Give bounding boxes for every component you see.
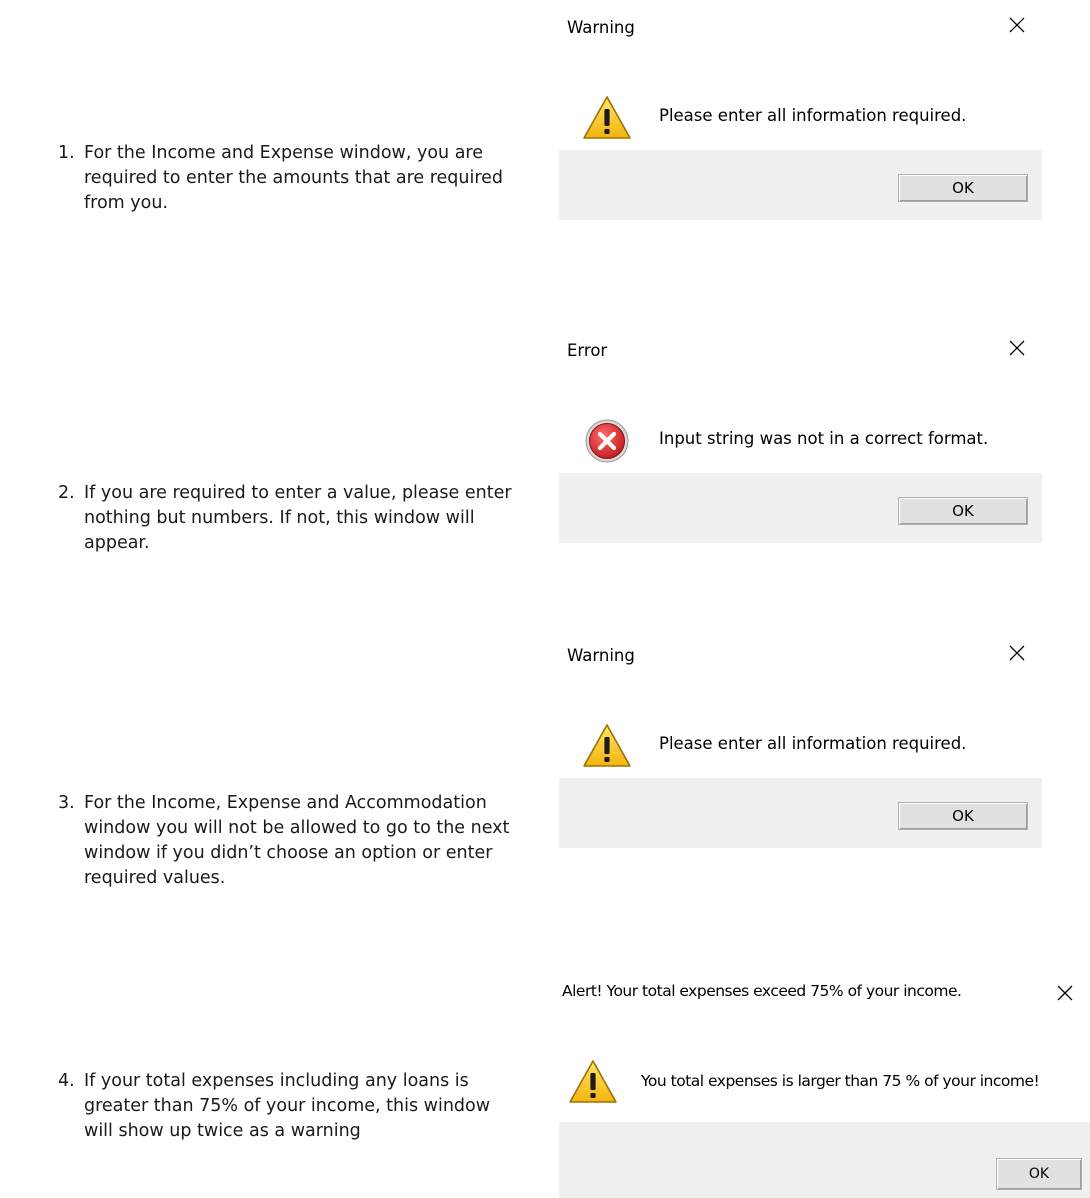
dialog-title: Warning — [567, 646, 635, 665]
error-icon — [581, 417, 633, 465]
dialog-title: Warning — [567, 18, 635, 37]
step-text: If you are required to enter a value, pl… — [84, 483, 512, 553]
close-icon — [1057, 985, 1073, 1001]
ok-button[interactable]: OK — [996, 1158, 1082, 1190]
dialog-message: Please enter all information required. — [659, 106, 967, 125]
dialog-footer: OK — [559, 473, 1042, 543]
close-button[interactable] — [1006, 337, 1028, 359]
dialog-footer: OK — [559, 1122, 1090, 1198]
dialog-title: Error — [567, 341, 608, 360]
dialog-message: Please enter all information required. — [659, 734, 967, 753]
step-number: 3. — [58, 793, 75, 813]
instruction-step-4: 4. If your total expenses including any … — [58, 1069, 518, 1144]
error-dialog: Error Input string was not in a correct … — [559, 323, 1042, 543]
warning-icon — [567, 1058, 619, 1106]
ok-button[interactable]: OK — [898, 497, 1028, 525]
step-text: For the Income, Expense and Accommodatio… — [84, 793, 510, 888]
instruction-step-3: 3. For the Income, Expense and Accommoda… — [58, 791, 518, 891]
alert-dialog: Alert! Your total expenses exceed 75% of… — [559, 968, 1090, 1198]
instruction-step-1: 1. For the Income and Expense window, yo… — [58, 141, 518, 216]
dialog-title: Alert! Your total expenses exceed 75% of… — [562, 982, 962, 1000]
ok-button[interactable]: OK — [898, 174, 1028, 202]
step-text: If your total expenses including any loa… — [84, 1071, 491, 1141]
dialog-message: Input string was not in a correct format… — [659, 429, 989, 448]
dialog-footer: OK — [559, 778, 1042, 848]
warning-icon — [581, 94, 633, 142]
step-number: 1. — [58, 143, 75, 163]
close-button[interactable] — [1054, 982, 1076, 1004]
instruction-step-2: 2. If you are required to enter a value,… — [58, 481, 518, 556]
close-icon — [1009, 340, 1025, 356]
close-icon — [1009, 17, 1025, 33]
close-button[interactable] — [1006, 14, 1028, 36]
warning-dialog: Warning Please enter all information req… — [559, 0, 1042, 220]
close-icon — [1009, 645, 1025, 661]
ok-button[interactable]: OK — [898, 802, 1028, 830]
close-button[interactable] — [1006, 642, 1028, 664]
step-text: For the Income and Expense window, you a… — [84, 143, 504, 213]
step-number: 2. — [58, 483, 75, 503]
dialog-message: You total expenses is larger than 75 % o… — [641, 1072, 1040, 1090]
warning-icon — [581, 722, 633, 770]
warning-dialog: Warning Please enter all information req… — [559, 628, 1042, 848]
step-number: 4. — [58, 1071, 75, 1091]
dialog-footer: OK — [559, 150, 1042, 220]
